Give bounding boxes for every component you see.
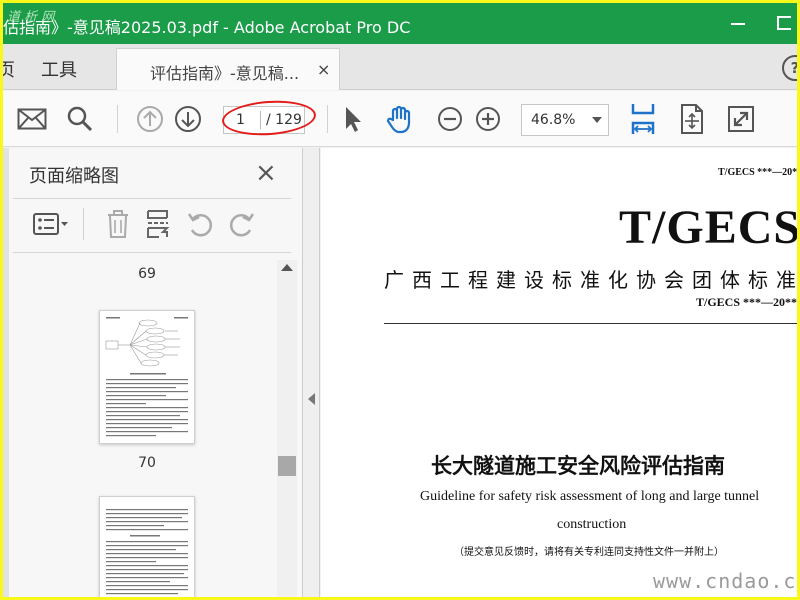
search-icon[interactable] bbox=[64, 103, 96, 135]
thumbnail-page-number: 70 bbox=[138, 455, 156, 471]
fit-width-icon[interactable] bbox=[627, 103, 659, 135]
next-page-icon[interactable] bbox=[172, 103, 204, 135]
zoom-in-icon[interactable] bbox=[472, 103, 504, 135]
page-number-field[interactable]: 1 / 129 bbox=[223, 106, 305, 134]
zoom-value: 46.8% bbox=[531, 112, 576, 128]
scrollbar-thumb[interactable] bbox=[278, 456, 296, 476]
minimize-button[interactable] bbox=[731, 23, 745, 25]
standard-logo-text: T/GECS bbox=[619, 201, 797, 254]
thumbnail-scrollbar[interactable] bbox=[277, 260, 297, 597]
maximize-button[interactable] bbox=[777, 16, 791, 30]
menu-tab-bar: 页 工具 评估指南》-意见稿... × ? bbox=[3, 44, 797, 90]
help-button[interactable]: ? bbox=[782, 55, 797, 81]
rotate-cw-icon[interactable] bbox=[227, 208, 257, 240]
toolbar-separator bbox=[117, 105, 118, 133]
pane-divider bbox=[13, 198, 291, 199]
header-rule bbox=[384, 323, 797, 324]
mail-icon[interactable] bbox=[16, 103, 48, 135]
toolbar: 1 / 129 46.8% bbox=[3, 91, 797, 147]
fullscreen-icon[interactable] bbox=[725, 103, 757, 135]
pane-title: 页面缩略图 bbox=[29, 166, 119, 187]
rotate-ccw-icon[interactable] bbox=[185, 208, 215, 240]
pane-collapse-handle[interactable] bbox=[303, 148, 320, 597]
standard-code-header: T/GECS ***—20** bbox=[718, 167, 797, 178]
select-arrow-icon[interactable] bbox=[337, 103, 369, 135]
tools-tab[interactable]: 工具 bbox=[41, 56, 77, 82]
document-title-cn: 长大隧道施工安全风险评估指南 bbox=[431, 454, 725, 478]
toolbar-separator bbox=[327, 105, 328, 133]
window-title: 估指南》-意见稿2025.03.pdf - Adobe Acrobat Pro … bbox=[3, 18, 411, 37]
options-menu-icon[interactable] bbox=[31, 208, 71, 240]
pane-tab-strip bbox=[3, 148, 9, 597]
title-bar: 估指南》-意见稿2025.03.pdf - Adobe Acrobat Pro … bbox=[3, 3, 797, 44]
close-tab-button[interactable]: × bbox=[317, 60, 330, 79]
document-view[interactable]: T/GECS ***—20** T/GECS 广西工程建设标准化协会团体标准 T… bbox=[321, 148, 797, 597]
current-page-input[interactable]: 1 bbox=[236, 112, 245, 128]
insert-page-icon[interactable] bbox=[143, 208, 173, 240]
scroll-up-icon[interactable] bbox=[281, 264, 293, 271]
zoom-out-icon[interactable] bbox=[434, 103, 466, 135]
hand-icon[interactable] bbox=[384, 103, 416, 135]
organization-name: 广西工程建设标准化协会团体标准 bbox=[384, 268, 797, 292]
pane-toolbar-separator bbox=[83, 208, 84, 240]
app-window: 估指南》-意见稿2025.03.pdf - Adobe Acrobat Pro … bbox=[3, 3, 797, 597]
page-thumbnail[interactable] bbox=[99, 310, 195, 444]
rotate-view-icon[interactable] bbox=[676, 103, 708, 135]
prev-page-icon[interactable] bbox=[134, 103, 166, 135]
close-pane-button[interactable]: × bbox=[255, 158, 277, 188]
pane-divider bbox=[13, 252, 291, 253]
standard-code: T/GECS ***—20** bbox=[696, 295, 797, 309]
page-box-divider bbox=[260, 111, 261, 129]
page-thumbnail[interactable] bbox=[99, 496, 195, 597]
watermark-logo: 道 析 网 bbox=[7, 10, 55, 25]
document-tab-label: 评估指南》-意见稿... bbox=[150, 64, 300, 83]
pdf-page: T/GECS ***—20** T/GECS 广西工程建设标准化协会团体标准 T… bbox=[321, 148, 797, 597]
chevron-down-icon bbox=[592, 117, 602, 123]
site-watermark: www.cndao.com bbox=[653, 569, 797, 593]
thumbnail-page-number: 69 bbox=[138, 266, 156, 282]
chevron-left-icon bbox=[308, 393, 315, 405]
trash-icon[interactable] bbox=[103, 208, 133, 240]
document-title-en-line2: construction bbox=[557, 517, 627, 532]
document-tab[interactable]: 评估指南》-意见稿... × bbox=[116, 48, 340, 90]
zoom-select[interactable]: 46.8% bbox=[521, 104, 609, 136]
thumbnails-pane: 页面缩略图 × 69 70 bbox=[3, 148, 303, 597]
feedback-note: （提交意见反馈时，请将有关专利连同支持性文件一并附上） bbox=[454, 547, 724, 558]
home-tab[interactable]: 页 bbox=[3, 56, 15, 82]
total-pages: / 129 bbox=[266, 112, 302, 128]
document-title-en-line1: Guideline for safety risk assessment of … bbox=[420, 489, 760, 504]
